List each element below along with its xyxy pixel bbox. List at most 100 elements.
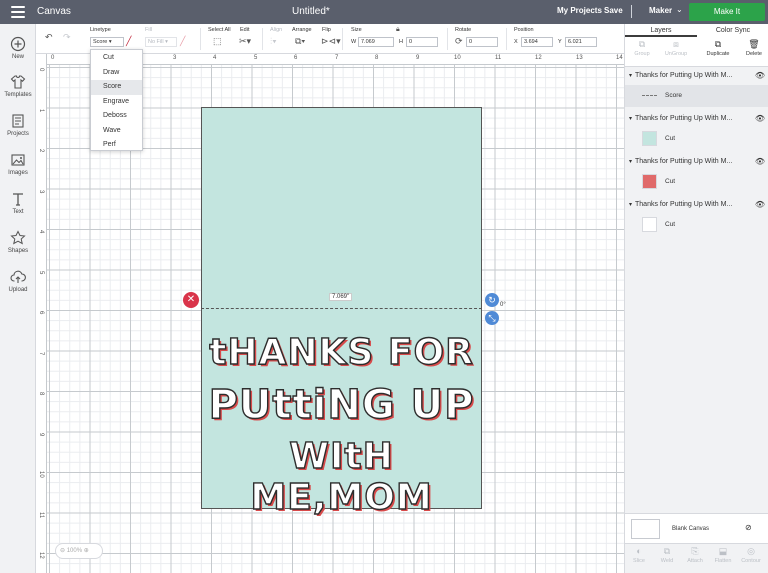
sidebar-item-projects[interactable]: Projects xyxy=(0,113,36,137)
ruler-tick-label: 9 xyxy=(38,433,44,437)
caret-down-icon[interactable]: ▾ xyxy=(629,116,632,122)
weld-button[interactable]: ⧉ Weld xyxy=(653,546,681,564)
rotate-handle-icon[interactable]: ↻ xyxy=(485,293,499,307)
layer-group[interactable]: ▾ Thanks for Putting Up With M... 👁︎ xyxy=(625,155,768,169)
eye-hidden-icon[interactable]: ⊘ xyxy=(745,523,752,532)
machine-selector[interactable]: Maker xyxy=(649,6,672,15)
scissors-icon[interactable]: ✂▾ xyxy=(239,36,251,47)
pos-y-input[interactable]: 6.021 xyxy=(565,37,597,47)
attach-button[interactable]: ⎘ Attach xyxy=(681,546,709,564)
contour-button[interactable]: ◎ Contour xyxy=(737,546,765,564)
fill-select[interactable]: No Fill ▾ xyxy=(145,37,177,47)
sidebar-item-upload[interactable]: Upload xyxy=(0,269,36,293)
toolbar-divider xyxy=(200,28,201,50)
top-bar: Canvas Untitled* My Projects Save Maker … xyxy=(0,0,768,24)
caret-down-icon[interactable]: ▾ xyxy=(629,73,632,79)
score-line[interactable] xyxy=(201,308,482,309)
scale-handle-icon[interactable]: ⤡ xyxy=(485,311,499,325)
ruler-tick-label: 12 xyxy=(38,552,44,559)
tab-color-sync[interactable]: Color Sync xyxy=(697,24,768,37)
tab-layers[interactable]: Layers xyxy=(625,24,697,37)
ruler-tick-label: 6 xyxy=(38,311,44,315)
edit-label: Edit xyxy=(240,27,250,33)
ruler-tick-label: 2 xyxy=(38,149,44,153)
slice-button[interactable]: ◐ Slice xyxy=(625,546,653,564)
delete-button[interactable]: 🗑︎ Delete xyxy=(740,39,768,57)
layer-item-cut[interactable]: Cut xyxy=(625,214,768,236)
select-all-icon[interactable]: ⬚ xyxy=(213,36,222,47)
plus-circle-icon xyxy=(10,36,26,52)
ruler-tick-label: 4 xyxy=(213,55,217,61)
pos-x-input[interactable]: 3.694 xyxy=(521,37,553,47)
align-icon[interactable]: ⫶▾ xyxy=(270,36,277,47)
sidebar-item-label: New xyxy=(11,54,24,60)
weld-icon: ⧉ xyxy=(663,546,671,556)
layer-item-score[interactable]: Score xyxy=(625,85,768,107)
layer-item-cut[interactable]: Cut xyxy=(625,171,768,193)
weld-label: Weld xyxy=(660,558,674,564)
toolbar-divider xyxy=(262,28,263,50)
linetype-option-draw[interactable]: Draw xyxy=(91,66,142,81)
document-title[interactable]: Untitled* xyxy=(292,6,330,17)
layer-group[interactable]: ▾ Thanks for Putting Up With M... 👁︎ xyxy=(625,69,768,83)
rotate-input[interactable]: 0 xyxy=(466,37,498,47)
size-h-input[interactable]: 0 xyxy=(406,37,438,47)
eye-icon[interactable]: 👁︎ xyxy=(755,198,765,212)
arrange-icon[interactable]: ⧉▾ xyxy=(295,36,305,47)
eye-icon[interactable]: 👁︎ xyxy=(755,69,765,83)
linetype-option-score[interactable]: Score xyxy=(91,80,142,95)
card-text-line-3[interactable]: WItH ME,MOM xyxy=(201,435,482,518)
layer-title: Thanks for Putting Up With M... xyxy=(635,72,733,79)
lock-icon[interactable]: 🔒︎ xyxy=(396,26,400,34)
eye-icon[interactable]: 👁︎ xyxy=(755,155,765,169)
card-text-line-2[interactable]: PUttiNG UP xyxy=(201,381,482,428)
linetype-option-engrave[interactable]: Engrave xyxy=(91,95,142,110)
linetype-option-wave[interactable]: Wave xyxy=(91,124,142,139)
linetype-dropdown-menu: Cut Draw Score Engrave Deboss Wave Perf xyxy=(90,49,143,151)
undo-icon[interactable]: ↶ xyxy=(45,32,53,43)
ruler-tick-label: 10 xyxy=(454,55,461,61)
zoom-control[interactable]: ⊖ 100% ⊕ xyxy=(55,543,103,559)
rotate-label: Rotate xyxy=(455,27,472,33)
sidebar-item-templates[interactable]: Templates xyxy=(0,74,36,98)
design-space-app: Canvas Untitled* My Projects Save Maker … xyxy=(0,0,768,573)
chevron-down-icon[interactable]: ⌄ xyxy=(676,5,683,14)
ruler-tick-label: 7 xyxy=(38,352,44,356)
linetype-color-icon[interactable]: ╱ xyxy=(126,36,131,47)
flatten-button[interactable]: ⬓ Flatten xyxy=(709,546,737,564)
caret-down-icon[interactable]: ▾ xyxy=(629,159,632,165)
my-projects-link[interactable]: My Projects xyxy=(557,6,602,15)
fill-color-icon[interactable]: ╱ xyxy=(180,36,185,47)
blank-canvas-row[interactable]: Blank Canvas ⊘ xyxy=(625,513,768,543)
hamburger-menu-icon[interactable] xyxy=(11,6,25,18)
redo-icon[interactable]: ↷ xyxy=(63,32,71,43)
eye-icon[interactable]: 👁︎ xyxy=(755,112,765,126)
sidebar-item-new[interactable]: New xyxy=(0,36,36,60)
linetype-option-cut[interactable]: Cut xyxy=(91,51,142,66)
trash-icon: 🗑︎ xyxy=(748,39,760,49)
make-it-button[interactable]: Make It xyxy=(689,3,765,21)
sidebar-item-images[interactable]: Images xyxy=(0,152,36,176)
position-label: Position xyxy=(514,27,534,33)
ruler-tick-label: 8 xyxy=(375,55,379,61)
card-text-line-1[interactable]: tHANKS FOR xyxy=(201,331,482,373)
images-icon xyxy=(10,152,26,168)
layer-item-cut[interactable]: Cut xyxy=(625,128,768,150)
flip-icon[interactable]: ⊳⊲▾ xyxy=(321,36,341,47)
ungroup-button[interactable]: ⧈ UnGroup xyxy=(662,39,690,57)
layer-group[interactable]: ▾ Thanks for Putting Up With M... 👁︎ xyxy=(625,198,768,212)
duplicate-button[interactable]: ⧉ Duplicate xyxy=(704,39,732,57)
ruler-tick-label: 0 xyxy=(51,55,55,61)
delete-selection-button[interactable]: ✕ xyxy=(183,292,199,308)
linetype-option-perf[interactable]: Perf xyxy=(91,138,142,153)
sidebar-item-shapes[interactable]: Shapes xyxy=(0,230,36,254)
sidebar-item-text[interactable]: Text xyxy=(0,191,36,215)
linetype-option-deboss[interactable]: Deboss xyxy=(91,109,142,124)
save-button[interactable]: Save xyxy=(604,6,623,15)
linetype-select[interactable]: Score ▾ xyxy=(90,37,124,47)
group-button[interactable]: ⧉ Group xyxy=(628,39,656,57)
ruler-tick-label: 8 xyxy=(38,392,44,396)
size-w-input[interactable]: 7.069 xyxy=(358,37,394,47)
caret-down-icon[interactable]: ▾ xyxy=(629,202,632,208)
layer-group[interactable]: ▾ Thanks for Putting Up With M... 👁︎ xyxy=(625,112,768,126)
